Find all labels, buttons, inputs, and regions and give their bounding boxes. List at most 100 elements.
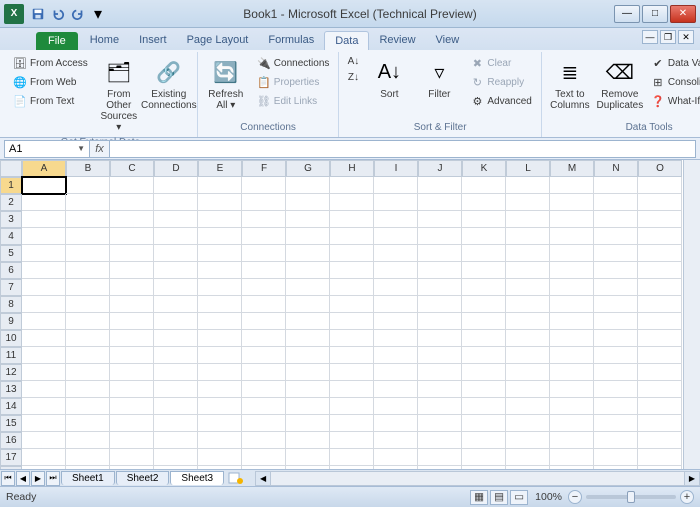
cell[interactable] bbox=[66, 449, 110, 466]
cell[interactable] bbox=[110, 194, 154, 211]
cell[interactable] bbox=[594, 228, 638, 245]
cell[interactable] bbox=[506, 381, 550, 398]
zoom-in-button[interactable]: + bbox=[680, 490, 694, 504]
tab-view[interactable]: View bbox=[426, 31, 470, 50]
cell[interactable] bbox=[638, 347, 682, 364]
cell[interactable] bbox=[462, 245, 506, 262]
tab-page-layout[interactable]: Page Layout bbox=[177, 31, 259, 50]
cell[interactable] bbox=[154, 449, 198, 466]
cell[interactable] bbox=[462, 279, 506, 296]
cell[interactable] bbox=[462, 313, 506, 330]
cell[interactable] bbox=[22, 262, 66, 279]
cell[interactable] bbox=[638, 194, 682, 211]
column-header[interactable]: G bbox=[286, 160, 330, 177]
cell[interactable] bbox=[330, 432, 374, 449]
cell[interactable] bbox=[462, 415, 506, 432]
column-header[interactable]: N bbox=[594, 160, 638, 177]
cell[interactable] bbox=[506, 194, 550, 211]
cell[interactable] bbox=[594, 296, 638, 313]
cell[interactable] bbox=[22, 347, 66, 364]
cell[interactable] bbox=[22, 330, 66, 347]
cell[interactable] bbox=[66, 194, 110, 211]
cmd-advanced[interactable]: ⚙Advanced bbox=[465, 92, 536, 110]
zoom-slider-thumb[interactable] bbox=[627, 491, 635, 503]
cell[interactable] bbox=[506, 211, 550, 228]
row-header[interactable]: 4 bbox=[0, 228, 22, 245]
cell[interactable] bbox=[418, 381, 462, 398]
cell[interactable] bbox=[506, 177, 550, 194]
cell[interactable] bbox=[330, 228, 374, 245]
cell[interactable] bbox=[594, 262, 638, 279]
cell[interactable] bbox=[22, 432, 66, 449]
cell[interactable] bbox=[418, 296, 462, 313]
doc-close-button[interactable]: ✕ bbox=[678, 30, 694, 44]
cell[interactable] bbox=[154, 262, 198, 279]
cell[interactable] bbox=[154, 432, 198, 449]
cell[interactable] bbox=[110, 347, 154, 364]
cell[interactable] bbox=[506, 228, 550, 245]
cell[interactable] bbox=[638, 245, 682, 262]
cell[interactable] bbox=[330, 279, 374, 296]
cell[interactable] bbox=[242, 245, 286, 262]
column-header[interactable]: D bbox=[154, 160, 198, 177]
sheet-nav-last[interactable]: ⏭ bbox=[46, 471, 60, 486]
cell[interactable] bbox=[286, 415, 330, 432]
cell[interactable] bbox=[374, 245, 418, 262]
sheet-tab[interactable]: Sheet2 bbox=[116, 471, 170, 485]
tab-formulas[interactable]: Formulas bbox=[258, 31, 324, 50]
cell[interactable] bbox=[418, 415, 462, 432]
column-header[interactable]: F bbox=[242, 160, 286, 177]
cell[interactable] bbox=[462, 381, 506, 398]
cell[interactable] bbox=[550, 245, 594, 262]
sheet-tab[interactable]: Sheet3 bbox=[170, 471, 224, 485]
cell[interactable] bbox=[198, 381, 242, 398]
cell[interactable] bbox=[198, 330, 242, 347]
cell[interactable] bbox=[594, 398, 638, 415]
cell[interactable] bbox=[242, 177, 286, 194]
cell[interactable] bbox=[22, 415, 66, 432]
cell[interactable] bbox=[242, 449, 286, 466]
cell[interactable] bbox=[198, 296, 242, 313]
cell[interactable] bbox=[66, 313, 110, 330]
cell[interactable] bbox=[638, 296, 682, 313]
cell[interactable] bbox=[154, 245, 198, 262]
column-header[interactable]: C bbox=[110, 160, 154, 177]
cell[interactable] bbox=[286, 432, 330, 449]
cell[interactable] bbox=[462, 330, 506, 347]
cell[interactable] bbox=[110, 330, 154, 347]
cell[interactable] bbox=[594, 381, 638, 398]
cell[interactable] bbox=[154, 211, 198, 228]
row-header[interactable]: 10 bbox=[0, 330, 22, 347]
cell[interactable] bbox=[110, 228, 154, 245]
cell[interactable] bbox=[374, 279, 418, 296]
cell[interactable] bbox=[550, 449, 594, 466]
cell[interactable] bbox=[462, 262, 506, 279]
cmd-data-validation-[interactable]: ✔Data Validation ▾ bbox=[646, 54, 700, 72]
cell[interactable] bbox=[418, 330, 462, 347]
cell[interactable] bbox=[110, 398, 154, 415]
cell[interactable] bbox=[242, 330, 286, 347]
tab-home[interactable]: Home bbox=[80, 31, 129, 50]
minimize-button[interactable]: — bbox=[614, 5, 640, 23]
column-header[interactable]: B bbox=[66, 160, 110, 177]
cell[interactable] bbox=[198, 279, 242, 296]
cell[interactable] bbox=[594, 194, 638, 211]
cell[interactable] bbox=[66, 330, 110, 347]
cell[interactable] bbox=[374, 330, 418, 347]
cell[interactable] bbox=[418, 211, 462, 228]
cell[interactable] bbox=[154, 398, 198, 415]
cell[interactable] bbox=[374, 194, 418, 211]
cell[interactable] bbox=[418, 194, 462, 211]
cell[interactable] bbox=[374, 313, 418, 330]
cell[interactable] bbox=[594, 279, 638, 296]
cell[interactable] bbox=[154, 330, 198, 347]
cell[interactable] bbox=[198, 415, 242, 432]
sheet-nav-first[interactable]: ⏮ bbox=[1, 471, 15, 486]
cell[interactable] bbox=[242, 347, 286, 364]
page-break-view-button[interactable]: ▭ bbox=[510, 490, 528, 505]
cmd-connections[interactable]: 🔌Connections bbox=[252, 54, 335, 72]
cell[interactable] bbox=[594, 177, 638, 194]
column-header[interactable]: J bbox=[418, 160, 462, 177]
cell[interactable] bbox=[638, 364, 682, 381]
row-header[interactable]: 11 bbox=[0, 347, 22, 364]
